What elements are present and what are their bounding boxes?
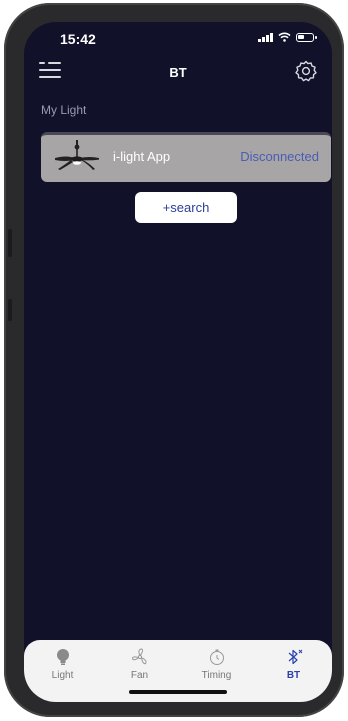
bottom-tab-bar: Light Fan Timing BT [24, 640, 332, 702]
status-icons [258, 32, 317, 42]
phone-frame: 15:42 BT My Light i-light App Disconnect… [4, 3, 344, 717]
battery-icon [296, 32, 317, 42]
section-label: My Light [41, 103, 87, 117]
app-screen: 15:42 BT My Light i-light App Disconnect… [24, 22, 332, 702]
tab-label: BT [286, 670, 301, 681]
tab-light[interactable]: Light [24, 640, 101, 702]
connection-status: Disconnected [240, 149, 319, 164]
search-button[interactable]: +search [135, 192, 237, 223]
tab-label: Fan [130, 670, 149, 681]
ceiling-fan-icon [55, 140, 99, 170]
status-time: 15:42 [60, 31, 96, 47]
timer-icon [209, 649, 224, 665]
wifi-icon [278, 32, 291, 42]
tab-bt[interactable]: BT [255, 640, 332, 702]
signal-icon [258, 32, 273, 42]
bluetooth-icon [288, 649, 302, 665]
gear-icon[interactable] [294, 59, 318, 83]
home-indicator [129, 690, 227, 694]
tab-label: Timing [201, 670, 232, 681]
page-title: BT [169, 65, 187, 80]
volume-button [8, 229, 12, 257]
device-name: i-light App [113, 149, 171, 164]
bulb-icon [56, 649, 69, 665]
side-button [8, 299, 12, 321]
fan-icon [131, 648, 146, 665]
device-card[interactable]: i-light App Disconnected [41, 132, 331, 182]
tab-label: Light [51, 670, 74, 681]
